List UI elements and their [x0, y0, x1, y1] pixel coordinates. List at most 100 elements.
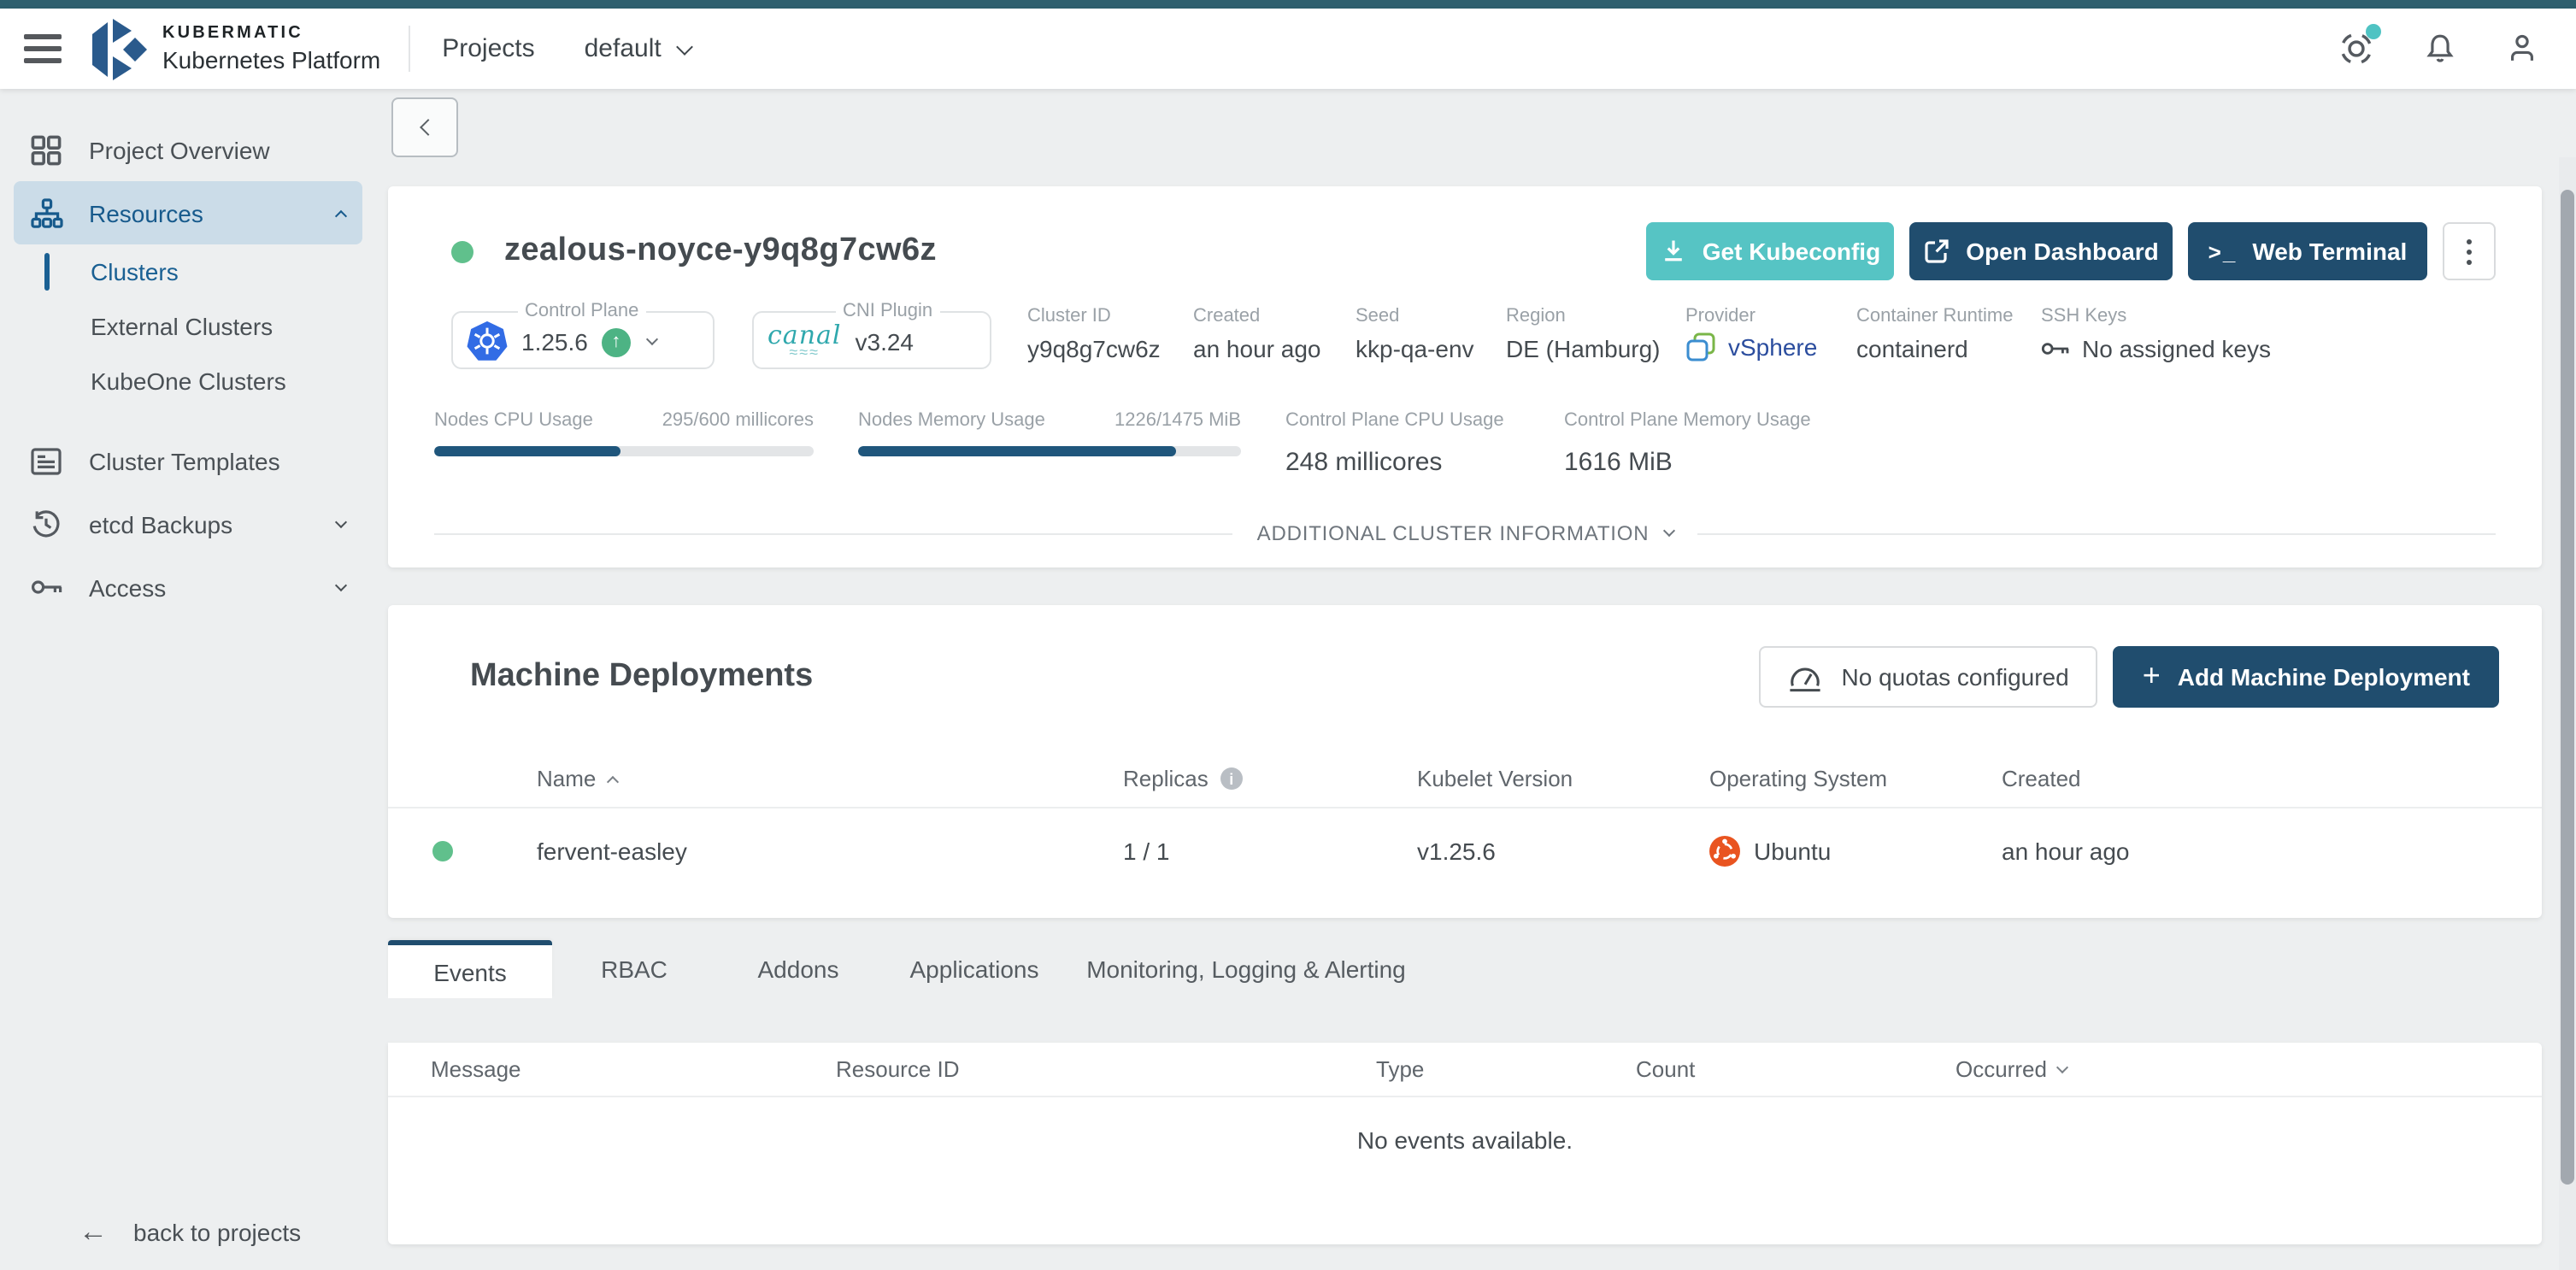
machine-deployment-row[interactable]: fervent-easley 1 / 1 v1.25.6 Ubuntu an h…: [388, 808, 2542, 894]
field-provider: Provider vSphere: [1685, 306, 1818, 362]
sidebar-item-external-clusters[interactable]: External Clusters: [14, 299, 362, 354]
sidebar-item-label: Project Overview: [89, 136, 270, 163]
help-button[interactable]: [2338, 24, 2381, 67]
tab-addons[interactable]: Addons: [716, 940, 880, 998]
quota-button[interactable]: No quotas configured: [1759, 646, 2098, 708]
chevron-down-icon: [675, 38, 693, 55]
sidebar-item-project-overview[interactable]: Project Overview: [14, 118, 362, 181]
chevron-left-icon: [419, 119, 436, 136]
info-icon[interactable]: i: [1220, 767, 1243, 790]
column-replicas: Replicas i: [1123, 766, 1417, 791]
user-icon: [2511, 34, 2533, 61]
nodes-memory-usage: Nodes Memory Usage 1226/1475 MiB: [858, 410, 1241, 477]
nav-projects-link[interactable]: Projects: [442, 34, 534, 63]
back-button[interactable]: [391, 97, 458, 157]
column-occurred-sort[interactable]: Occurred: [1956, 1056, 2542, 1082]
deployment-created: an hour ago: [2002, 838, 2130, 865]
template-icon: [27, 447, 65, 474]
open-dashboard-button[interactable]: Open Dashboard: [1909, 222, 2173, 280]
cluster-usage-row: Nodes CPU Usage 295/600 millicores Nodes…: [434, 410, 2496, 477]
column-name-sort[interactable]: Name: [537, 766, 1123, 791]
open-dashboard-label: Open Dashboard: [1966, 238, 2159, 265]
cluster-status-dot: [451, 240, 473, 262]
divider: [1697, 532, 2497, 534]
additional-cluster-information-toggle[interactable]: ADDITIONAL CLUSTER INFORMATION: [1257, 521, 1675, 545]
events-card: Message Resource ID Type Count Occurred …: [388, 1043, 2542, 1244]
divider: [434, 532, 1233, 534]
brand-text: KUBERMATIC Kubernetes Platform: [162, 24, 380, 73]
control-plane-version-select[interactable]: Control Plane 1.25.6 ↑: [451, 301, 715, 369]
sidebar-item-clusters[interactable]: Clusters: [14, 244, 362, 299]
chevron-down-icon[interactable]: [645, 332, 658, 346]
field-cluster-id: Cluster ID y9q8g7cw6z: [1027, 306, 1161, 362]
kubernetes-icon: [467, 321, 508, 361]
notifications-button[interactable]: [2424, 32, 2456, 65]
vsphere-icon: [1686, 332, 1715, 362]
bell-icon: [2426, 34, 2454, 62]
web-terminal-label: Web Terminal: [2252, 238, 2408, 265]
hamburger-menu-icon[interactable]: [24, 34, 62, 63]
sidebar-item-label: Access: [89, 573, 167, 601]
web-terminal-button[interactable]: >_ Web Terminal: [2188, 222, 2427, 280]
notification-dot: [2366, 24, 2381, 39]
download-icon: [1664, 240, 1682, 262]
kubermatic-logo[interactable]: [91, 18, 147, 79]
upgrade-available-icon[interactable]: ↑: [601, 327, 631, 356]
tab-events[interactable]: Events: [388, 940, 552, 998]
ubuntu-icon: [1709, 836, 1740, 867]
chevron-down-icon: [334, 514, 348, 528]
field-region: Region DE (Hamburg): [1506, 306, 1661, 362]
back-to-projects-link[interactable]: ← back to projects: [0, 1215, 376, 1249]
quota-button-label: No quotas configured: [1841, 663, 2069, 691]
sidebar-item-resources[interactable]: Resources: [14, 181, 362, 244]
column-type: Type: [1376, 1056, 1425, 1082]
get-kubeconfig-button[interactable]: Get Kubeconfig: [1646, 222, 1894, 280]
tab-monitoring-logging-alerting[interactable]: Monitoring, Logging & Alerting: [1068, 940, 1424, 998]
external-link-icon: [1925, 239, 1949, 263]
machine-deployments-title: Machine Deployments: [470, 658, 814, 694]
sitemap-icon: [27, 197, 65, 228]
deployment-status-dot: [432, 841, 453, 861]
column-operating-system: Operating System: [1709, 766, 1888, 791]
deployment-name: fervent-easley: [537, 838, 687, 865]
scrollbar-track[interactable]: [2559, 157, 2576, 1270]
sidebar-item-etcd-backups[interactable]: etcd Backups: [14, 492, 362, 556]
tab-rbac[interactable]: RBAC: [552, 940, 716, 998]
cpu-usage-progressbar: [434, 446, 814, 456]
tab-applications[interactable]: Applications: [880, 940, 1068, 998]
events-empty-message: No events available.: [1356, 1126, 1573, 1154]
sidebar-item-access[interactable]: Access: [14, 556, 362, 619]
field-created: Created an hour ago: [1193, 306, 1321, 362]
cni-version: v3.24: [855, 328, 915, 356]
grid-icon: [27, 134, 65, 165]
topbar-icon-group: [2338, 24, 2538, 67]
deployment-kubelet-version: v1.25.6: [1417, 838, 1496, 865]
cluster-detail-tabs: Events RBAC Addons Applications Monitori…: [388, 940, 2542, 998]
field-ssh-keys: SSH Keys No assigned keys: [2041, 306, 2272, 362]
sort-descending-icon: [2056, 1060, 2070, 1073]
project-selector-value: default: [584, 34, 662, 63]
chevron-down-icon: [334, 578, 348, 591]
nodes-cpu-usage: Nodes CPU Usage 295/600 millicores: [434, 410, 814, 477]
column-count: Count: [1636, 1056, 1696, 1082]
column-resource-id: Resource ID: [836, 1056, 960, 1082]
ssh-keys-value: No assigned keys: [2082, 335, 2272, 362]
cluster-more-actions-button[interactable]: [2443, 222, 2496, 280]
add-machine-deployment-button[interactable]: + Add Machine Deployment: [2113, 646, 2499, 708]
machine-deployments-table-header: Name Replicas i Kubelet Version Operatin…: [388, 750, 2542, 808]
memory-usage-progressbar: [858, 446, 1241, 456]
machine-deployments-card: Machine Deployments No quotas configured…: [388, 605, 2542, 918]
provider-name[interactable]: vSphere: [1728, 333, 1817, 361]
scrollbar-thumb[interactable]: [2561, 190, 2574, 1185]
user-menu-button[interactable]: [2506, 32, 2538, 65]
sidebar-item-cluster-templates[interactable]: Cluster Templates: [14, 429, 362, 492]
sidebar-item-kubeone-clusters[interactable]: KubeOne Clusters: [14, 354, 362, 409]
deployment-os: Ubuntu: [1754, 838, 1832, 865]
sidebar-item-label: etcd Backups: [89, 510, 233, 538]
project-selector[interactable]: default: [584, 34, 693, 63]
cluster-detail-fields: Cluster ID y9q8g7cw6z Created an hour ag…: [1027, 301, 2271, 369]
get-kubeconfig-label: Get Kubeconfig: [1702, 238, 1881, 265]
key-icon: [2041, 343, 2069, 355]
history-icon: [27, 509, 65, 539]
sidebar-item-label: Resources: [89, 199, 203, 226]
